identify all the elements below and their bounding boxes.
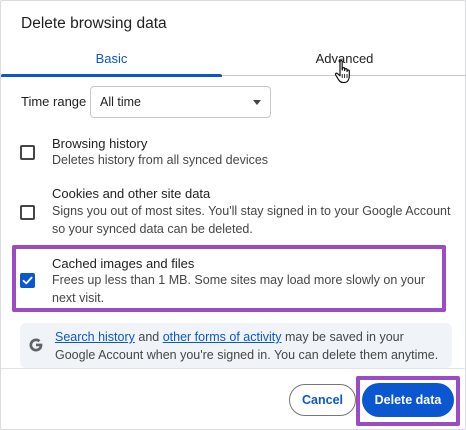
dropdown-arrow-icon bbox=[253, 100, 261, 105]
activity-info-text: Search history and other forms of activi… bbox=[55, 328, 447, 364]
delete-data-button[interactable]: Delete data bbox=[362, 383, 454, 417]
tab-basic[interactable]: Basic bbox=[1, 41, 222, 76]
google-g-icon bbox=[29, 338, 43, 352]
active-tab-indicator bbox=[1, 74, 222, 77]
search-history-link[interactable]: Search history bbox=[55, 330, 135, 344]
activity-info-box: Search history and other forms of activi… bbox=[20, 323, 452, 368]
time-range-value: All time bbox=[100, 95, 141, 109]
dialog-title: Delete browsing data bbox=[21, 15, 167, 32]
browsing-history-checkbox[interactable] bbox=[20, 145, 35, 160]
hand-pointer-cursor-icon bbox=[334, 59, 350, 84]
cancel-button[interactable]: Cancel bbox=[289, 384, 356, 416]
cached-images-highlight bbox=[12, 245, 446, 312]
footer-divider bbox=[1, 368, 466, 369]
cookies-description: Signs you out of most sites. You'll stay… bbox=[52, 204, 451, 236]
browsing-history-description: Deletes history from all synced devices bbox=[52, 153, 269, 167]
delete-browsing-data-dialog: Delete browsing data Basic Advanced Time… bbox=[0, 0, 466, 430]
time-range-label: Time range bbox=[21, 94, 87, 109]
tab-bar: Basic Advanced bbox=[1, 41, 466, 77]
cookies-checkbox[interactable] bbox=[20, 205, 35, 220]
cookies-title: Cookies and other site data bbox=[52, 186, 211, 201]
time-range-select[interactable]: All time bbox=[90, 86, 271, 118]
other-activity-link[interactable]: other forms of activity bbox=[163, 330, 282, 344]
info-text-and: and bbox=[134, 330, 163, 344]
browsing-history-title: Browsing history bbox=[52, 136, 148, 151]
